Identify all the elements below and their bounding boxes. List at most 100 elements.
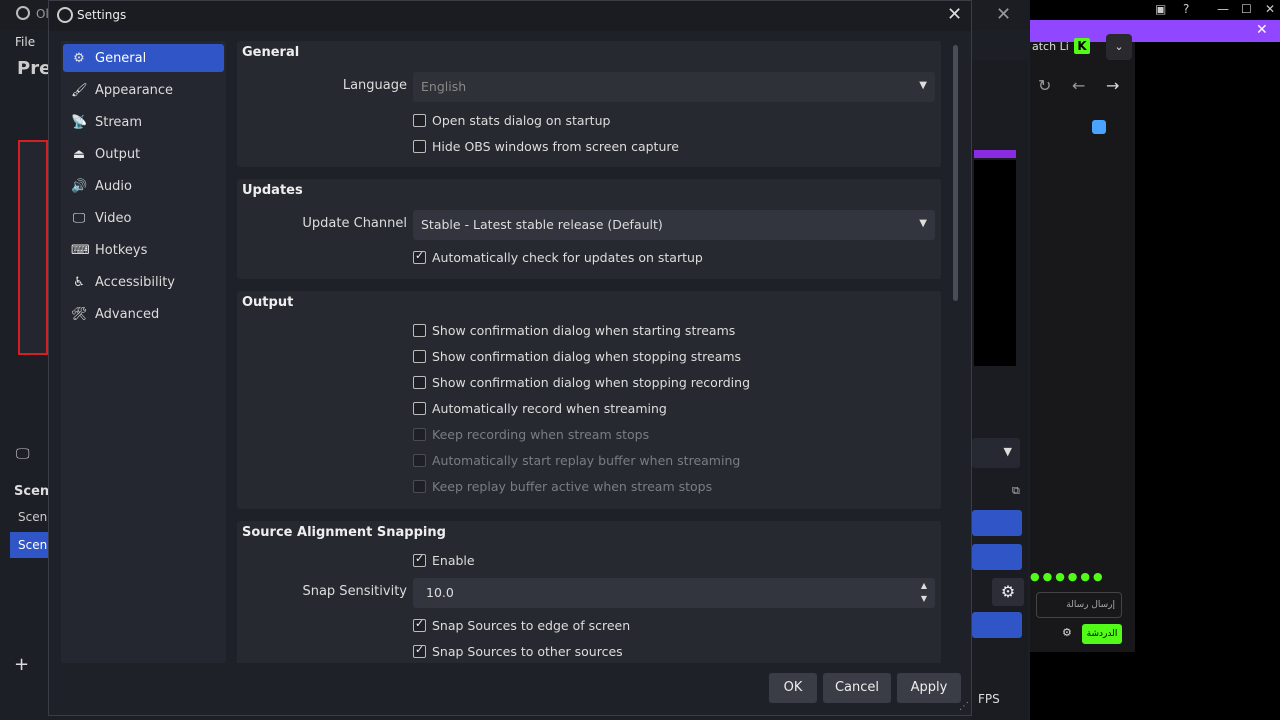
tools-icon: 🛠: [71, 306, 88, 322]
extension-icon[interactable]: [1092, 120, 1106, 134]
browser-tab-title[interactable]: atch Li: [1032, 40, 1069, 53]
close-icon[interactable]: ✕: [947, 4, 962, 25]
banner-close-icon[interactable]: ✕: [1256, 22, 1268, 38]
gear-icon[interactable]: ⚙: [992, 578, 1024, 606]
auto-replay-buffer-checkbox: Automatically start replay buffer when s…: [413, 453, 740, 468]
dock-button[interactable]: [972, 544, 1022, 570]
back-arrow-icon[interactable]: ←: [1072, 76, 1085, 95]
checkbox-label: Enable: [432, 553, 475, 568]
background-close-icon[interactable]: ✕: [996, 4, 1011, 25]
checkbox-box[interactable]: [413, 552, 426, 567]
keep-replay-buffer-checkbox: Keep replay buffer active when stream st…: [413, 479, 712, 494]
checkbox-box: [413, 454, 426, 467]
sidebar-item-output[interactable]: ⏏ Output: [63, 140, 224, 168]
dock-float-icon[interactable]: ⧉: [1012, 484, 1020, 498]
sidebar-item-label: Hotkeys: [95, 242, 148, 258]
checkbox-label: Show confirmation dialog when stopping s…: [432, 349, 742, 364]
cancel-button[interactable]: Cancel: [823, 673, 891, 703]
chat-input[interactable]: إرسال رسالة: [1036, 592, 1122, 618]
ok-button[interactable]: OK: [769, 673, 817, 703]
dock-dropdown[interactable]: ▼: [972, 438, 1020, 468]
checkbox-box[interactable]: [413, 617, 426, 632]
scene-item[interactable]: Scene: [10, 504, 55, 530]
confirm-stop-stream-checkbox[interactable]: Show confirmation dialog when stopping s…: [413, 349, 741, 364]
snapping-enable-checkbox[interactable]: Enable: [413, 552, 475, 568]
emote-row[interactable]: ●●●●●●: [1030, 570, 1106, 583]
monitor-icon[interactable]: 🖵: [16, 446, 30, 462]
open-stats-checkbox[interactable]: Open stats dialog on startup: [413, 113, 610, 128]
sidebar-item-stream[interactable]: 📡 Stream: [63, 108, 224, 136]
snap-edge-checkbox[interactable]: Snap Sources to edge of screen: [413, 617, 631, 633]
kick-logo-icon: K: [1074, 38, 1090, 54]
checkbox-box[interactable]: [413, 140, 426, 153]
obs-logo-icon: [57, 7, 73, 23]
updates-section: Updates Update Channel Stable - Latest s…: [237, 179, 941, 279]
checkbox-box[interactable]: [413, 114, 426, 127]
language-value: English: [421, 79, 467, 94]
help-icon[interactable]: ?: [1183, 2, 1189, 16]
dock-button[interactable]: [972, 612, 1022, 638]
sidebar-item-video[interactable]: 🖵 Video: [63, 204, 224, 232]
sidebar-item-advanced[interactable]: 🛠 Advanced: [63, 300, 224, 328]
snap-sensitivity-value: 10.0: [426, 585, 454, 600]
chevron-down-icon: ▼: [919, 80, 927, 91]
scene-item[interactable]: Scen: [10, 532, 50, 558]
checkbox-box[interactable]: [413, 402, 426, 415]
dock-preview: [974, 160, 1016, 366]
checkbox-box[interactable]: [413, 324, 426, 337]
sidebar-item-appearance[interactable]: 🖌 Appearance: [63, 76, 224, 104]
snap-sensitivity-spinbox[interactable]: 10.0 ▲ ▼: [413, 578, 935, 608]
maximize-icon[interactable]: ☐: [1241, 2, 1252, 16]
chat-send-button[interactable]: الدردشة: [1082, 624, 1122, 644]
chat-settings-icon[interactable]: ⚙: [1062, 626, 1072, 639]
close-icon[interactable]: ✕: [1265, 2, 1275, 16]
auto-record-checkbox[interactable]: Automatically record when streaming: [413, 401, 667, 416]
sidebar-item-hotkeys[interactable]: ⌨ Hotkeys: [63, 236, 224, 264]
checkbox-label: Keep replay buffer active when stream st…: [432, 479, 713, 494]
sidebar-item-accessibility[interactable]: ♿ Accessibility: [63, 268, 224, 296]
resize-grip-icon[interactable]: ⋰: [959, 701, 969, 712]
sidebar-item-audio[interactable]: 🔊 Audio: [63, 172, 224, 200]
apply-button[interactable]: Apply: [897, 673, 961, 703]
snap-other-checkbox[interactable]: Snap Sources to other sources: [413, 643, 623, 659]
sidebar-item-label: Video: [95, 210, 132, 226]
checkbox-box[interactable]: [413, 643, 426, 658]
chevron-up-icon[interactable]: ▲: [921, 581, 927, 590]
checkbox-label: Automatically start replay buffer when s…: [432, 453, 741, 468]
chevron-down-icon[interactable]: ⌄: [1106, 34, 1132, 60]
refresh-icon[interactable]: ↻: [1038, 76, 1051, 95]
update-channel-value: Stable - Latest stable release (Default): [421, 217, 663, 232]
auto-check-updates-checkbox[interactable]: Automatically check for updates on start…: [413, 249, 703, 265]
minimize-icon[interactable]: —: [1217, 2, 1229, 16]
hide-obs-checkbox[interactable]: Hide OBS windows from screen capture: [413, 139, 679, 154]
checkbox-label: Open stats dialog on startup: [432, 113, 611, 128]
checkbox-label: Automatically record when streaming: [432, 401, 667, 416]
snap-sensitivity-label: Snap Sensitivity: [302, 584, 407, 599]
chevron-down-icon[interactable]: ▼: [921, 594, 927, 603]
fps-readout: FPS: [978, 692, 1000, 706]
checkbox-box[interactable]: [413, 350, 426, 363]
dock-button[interactable]: [972, 510, 1022, 536]
keep-recording-checkbox: Keep recording when stream stops: [413, 427, 649, 442]
system-tray: ▣ ? — ☐ ✕: [1135, 0, 1280, 20]
checkbox-box[interactable]: [413, 376, 426, 389]
scenes-header: Scen: [14, 484, 50, 499]
sidebar-item-label: Audio: [95, 178, 132, 194]
sidebar-item-general[interactable]: ⚙ General: [63, 44, 224, 72]
language-select[interactable]: English ▼: [413, 72, 935, 102]
audio-meter: [974, 150, 1016, 158]
update-channel-select[interactable]: Stable - Latest stable release (Default)…: [413, 210, 935, 240]
sidebar-item-label: Advanced: [95, 306, 160, 322]
checkbox-box[interactable]: [413, 249, 426, 264]
confirm-start-stream-checkbox[interactable]: Show confirmation dialog when starting s…: [413, 323, 735, 338]
checkbox-label: Snap Sources to edge of screen: [432, 618, 631, 633]
forward-arrow-icon[interactable]: →: [1106, 76, 1119, 95]
confirm-stop-recording-checkbox[interactable]: Show confirmation dialog when stopping r…: [413, 375, 750, 390]
add-scene-button[interactable]: +: [14, 654, 29, 675]
gear-icon: ⚙: [73, 50, 85, 66]
scrollbar-thumb[interactable]: [953, 45, 958, 301]
general-section: General Language English ▼ Open stats di…: [237, 41, 941, 167]
sidebar-item-label: General: [95, 50, 147, 66]
settings-content: General Language English ▼ Open stats di…: [235, 41, 941, 663]
cast-icon[interactable]: ▣: [1155, 2, 1166, 16]
